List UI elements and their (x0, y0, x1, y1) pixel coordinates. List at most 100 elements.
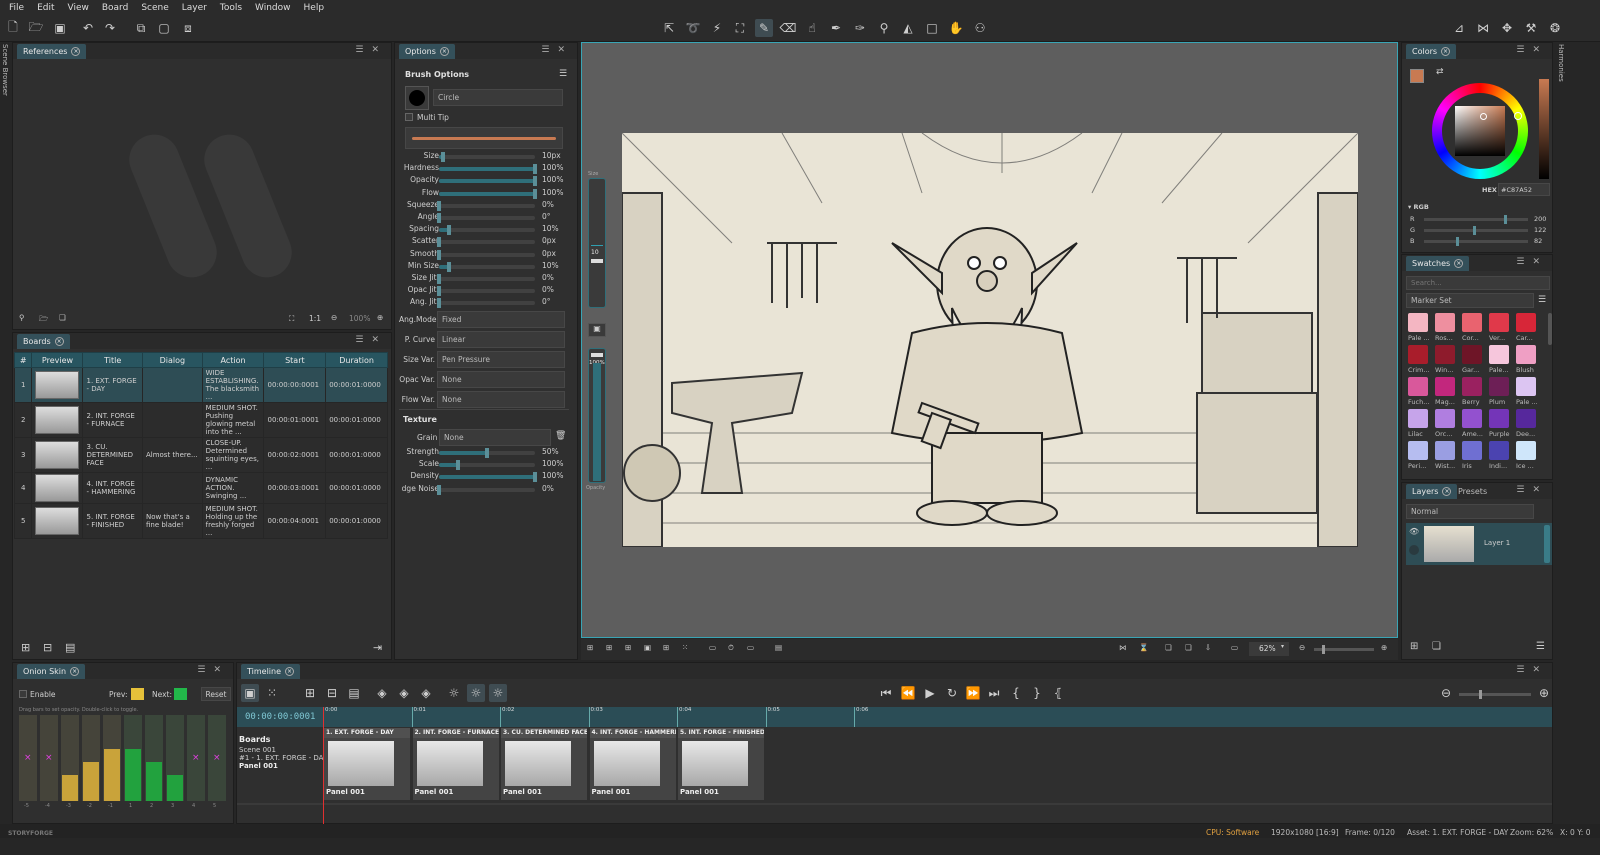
zoom-out-icon[interactable]: ⊖ (1437, 684, 1455, 702)
slider-track[interactable] (439, 472, 537, 483)
light-icon[interactable]: ☼ (445, 684, 463, 702)
color-swatch[interactable] (1489, 313, 1509, 332)
onion-icon[interactable]: ❏ (1165, 643, 1172, 652)
color-swatch[interactable] (1435, 313, 1455, 332)
onion-bar[interactable] (82, 715, 100, 801)
dynamics-selector[interactable]: Fixed (437, 311, 565, 328)
undo-icon[interactable]: ↶ (79, 19, 97, 37)
opacity-vertical-slider[interactable]: 100% (588, 348, 606, 483)
menu-item-help[interactable]: Help (304, 3, 325, 13)
channel-slider[interactable] (1424, 237, 1528, 246)
close-icon[interactable]: × (71, 47, 81, 56)
rgb-section[interactable]: ▾ RGB (1408, 203, 1429, 211)
size-slider-handle[interactable] (591, 259, 603, 263)
color-swatch[interactable] (1516, 313, 1536, 332)
colors-tab[interactable]: Colors × (1406, 44, 1457, 59)
column-header[interactable]: Action (201, 352, 265, 368)
color-swatch[interactable] (1408, 377, 1428, 396)
close-icon[interactable]: × (54, 337, 64, 346)
slider-handle[interactable] (533, 188, 537, 199)
swatch-set-selector[interactable]: Marker Set (1406, 293, 1534, 308)
slider-track[interactable] (439, 448, 535, 458)
slider-scatter[interactable]: Scatter 0px (399, 236, 579, 248)
onion-bar[interactable] (124, 715, 142, 801)
clear-marks-icon[interactable]: ⦃ (1049, 684, 1067, 702)
actual-size-button[interactable]: 1:1 (309, 314, 321, 323)
slider-handle[interactable] (437, 213, 441, 223)
harmonies-tab[interactable]: Harmonies (1557, 44, 1565, 82)
slider-handle[interactable] (437, 298, 441, 309)
play-icon[interactable]: ▶ (921, 684, 939, 702)
close-icon[interactable]: × (1441, 47, 1451, 56)
vector-pen-icon[interactable]: ✑ (851, 19, 869, 37)
slider-scale[interactable]: Scale 100% (399, 459, 579, 471)
color-picker-handle[interactable] (1480, 113, 1487, 120)
color-swatch[interactable] (1489, 345, 1509, 364)
color-wheel-icon[interactable]: ❂ (1546, 19, 1564, 37)
column-header[interactable]: Title (82, 352, 143, 368)
slider-track[interactable] (437, 274, 535, 284)
table-row[interactable]: 4 4. INT. FORGE - HAMMERING DYNAMIC ACTION… (13, 472, 388, 504)
layer-row[interactable]: 👁 Layer 1 (1406, 523, 1552, 565)
timeline-ruler[interactable]: 00:00:00:0001 0:00 0:01 0:02 0:03 0:04 0:05 0:… (237, 707, 1552, 727)
color-wheel[interactable] (1432, 83, 1528, 179)
add-board-icon[interactable]: ⊞ (21, 641, 30, 654)
column-header[interactable]: # (13, 352, 33, 368)
light-next-icon[interactable]: ☼ (489, 684, 507, 702)
close-icon[interactable]: × (1454, 259, 1464, 268)
zoom-slider[interactable] (1314, 645, 1374, 654)
color-swatch[interactable] (1462, 441, 1482, 460)
prev-color-swatch[interactable] (131, 688, 144, 700)
panel-menu-icon[interactable]: ☰✕ (355, 45, 387, 55)
safe-area-icon[interactable]: ▣ (644, 643, 651, 652)
dots-grid-icon[interactable]: ⁙ (682, 643, 688, 652)
save-icon[interactable]: ▣ (51, 19, 69, 37)
timer-icon[interactable]: ⏱ (728, 643, 734, 653)
color-swatch[interactable] (1516, 377, 1536, 396)
light-table-icon[interactable]: ❏ (1185, 643, 1192, 652)
color-swatch[interactable] (1408, 441, 1428, 460)
onion-bar[interactable]: × (187, 715, 205, 801)
swatch-search-input[interactable] (1406, 276, 1550, 290)
color-swatch[interactable] (1462, 377, 1482, 396)
swap-colors-icon[interactable]: ⇄ (1436, 67, 1444, 77)
grid-add-icon[interactable]: ⊞ (587, 643, 593, 652)
timeline-clip[interactable]: 4. INT. FORGE - HAMMERING Panel 001 (589, 728, 676, 800)
camera-icon[interactable]: ▭ (747, 643, 754, 652)
menu-item-layer[interactable]: Layer (182, 3, 207, 13)
slider-strength[interactable]: Strength 50% (399, 447, 579, 459)
layers-tab[interactable]: Layers × (1406, 484, 1458, 499)
slider-min-size[interactable]: Min Size 10% (399, 261, 579, 273)
slider-track[interactable] (437, 213, 535, 223)
camera-move-icon[interactable]: ◈ (395, 684, 413, 702)
slider-density[interactable]: Density 100% (399, 471, 579, 483)
slider-handle[interactable] (533, 164, 537, 175)
fit-canvas-icon[interactable]: ▭ (1231, 643, 1238, 652)
channel-handle[interactable] (1456, 237, 1460, 246)
slider-track[interactable] (439, 188, 537, 199)
table-row[interactable]: 3 3. CU. DETERMINED FACE Almost there... CL… (13, 437, 388, 473)
slider-handle[interactable] (437, 200, 441, 211)
close-icon[interactable]: × (439, 47, 449, 56)
flip-icon[interactable]: ⋈ (1474, 19, 1492, 37)
close-icon[interactable]: × (70, 667, 80, 676)
board-menu-icon[interactable]: ▤ (65, 641, 75, 654)
hue-handle[interactable] (1514, 112, 1522, 120)
slider-track[interactable] (439, 152, 535, 162)
slider-track[interactable] (437, 286, 535, 297)
slider-track[interactable] (437, 237, 535, 248)
slider-opacity[interactable]: Opacity 100% (399, 175, 579, 187)
foreground-color-swatch[interactable] (1410, 69, 1424, 83)
column-header[interactable]: Duration (325, 352, 388, 368)
close-icon[interactable]: × (1442, 487, 1452, 496)
color-swatch[interactable] (1516, 409, 1536, 428)
folder-icon[interactable]: 🗁 (39, 313, 48, 326)
slider-track[interactable] (437, 200, 535, 211)
table-row[interactable]: 2 2. INT. FORGE - FURNACE MEDIUM SHOT. Pus… (13, 402, 388, 438)
swatch-scrollbar[interactable] (1548, 313, 1552, 345)
slider-handle[interactable] (533, 472, 537, 483)
size-vertical-slider[interactable]: 10 (588, 178, 606, 308)
slider-hardness[interactable]: Hardness 100% (399, 163, 579, 175)
guides-icon[interactable]: ⚒ (1522, 19, 1540, 37)
zoom-in-icon[interactable]: ⊕ (377, 313, 383, 322)
